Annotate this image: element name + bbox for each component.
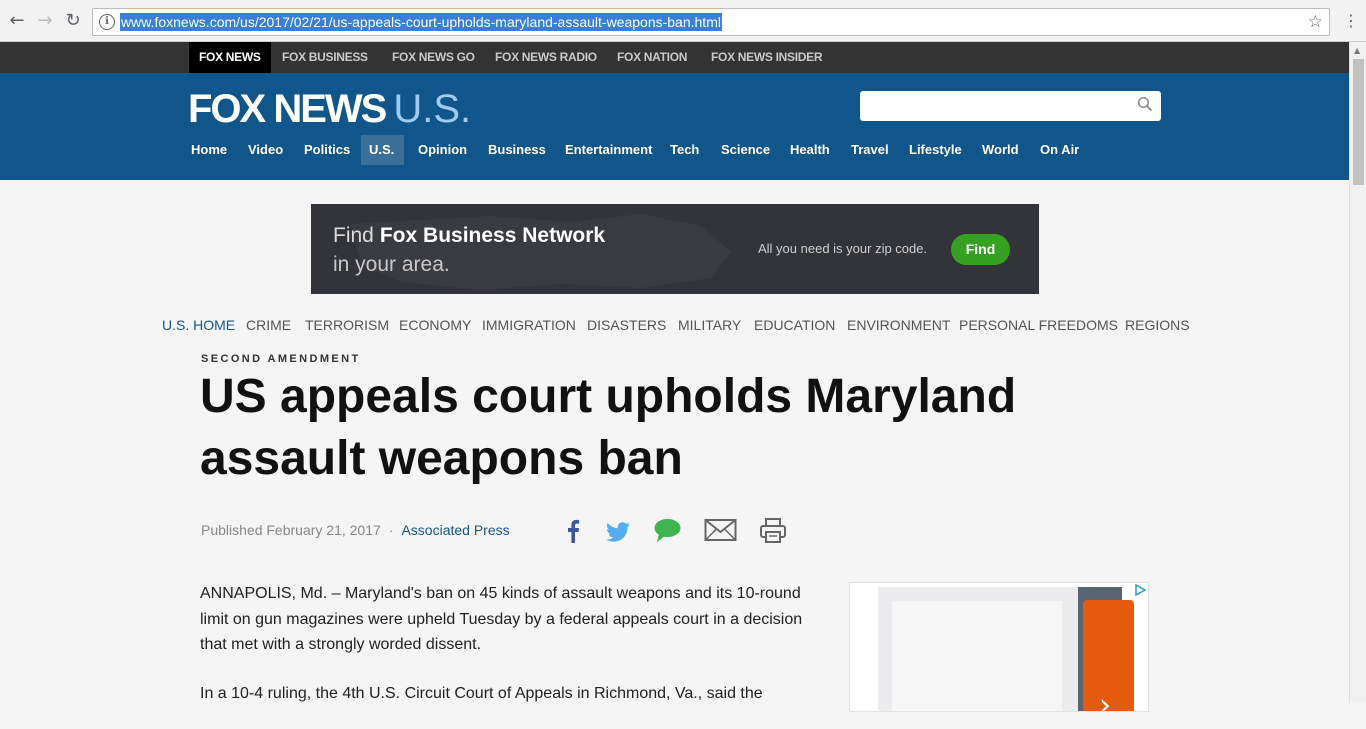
ad-zip-text: All you need is your zip code. — [758, 241, 928, 256]
section-terrorism[interactable]: TERRORISM — [305, 316, 389, 334]
nav-opinion[interactable]: Opinion — [410, 135, 475, 165]
network-fox-news[interactable]: FOX NEWS — [189, 42, 271, 73]
logo-text: FOX NEWS — [188, 87, 387, 131]
article-headline: US appeals court upholds Maryland assaul… — [200, 370, 1017, 485]
network-fox-nation[interactable]: FOX NATION — [617, 42, 687, 73]
site-info-icon[interactable]: i — [99, 14, 115, 30]
scroll-up-icon[interactable]: ▲ — [1354, 46, 1360, 55]
nav-video[interactable]: Video — [240, 135, 291, 165]
browser-toolbar: ← → ↻ i www.foxnews.com/us/2017/02/21/us… — [0, 0, 1366, 42]
article-eyebrow[interactable]: SECOND AMENDMENT — [201, 353, 361, 365]
nav-entertainment[interactable]: Entertainment — [557, 135, 660, 165]
nav-politics[interactable]: Politics — [296, 135, 358, 165]
page-scrollbar[interactable]: ▲ — [1349, 42, 1366, 703]
ad-photo-bed — [892, 601, 1062, 711]
browser-menu-icon[interactable]: ⋮ — [1343, 10, 1359, 32]
section-disasters[interactable]: DISASTERS — [587, 316, 666, 334]
section-immigration[interactable]: IMMIGRATION — [482, 316, 576, 334]
search-icon[interactable] — [1137, 96, 1153, 112]
nav-world[interactable]: World — [974, 135, 1027, 165]
nav-business[interactable]: Business — [480, 135, 554, 165]
nav-health[interactable]: Health — [782, 135, 838, 165]
address-bar[interactable]: i www.foxnews.com/us/2017/02/21/us-appea… — [92, 8, 1330, 36]
network-fox-news-insider[interactable]: FOX NEWS INSIDER — [711, 42, 823, 73]
us-map-background — [351, 214, 731, 290]
section-regions[interactable]: REGIONS — [1125, 316, 1190, 334]
back-arrow-icon[interactable]: ← — [6, 10, 28, 32]
fox-business-ad-banner[interactable]: Find Fox Business Network in your area. A… — [311, 204, 1039, 294]
ad-find-text: Find — [333, 224, 374, 247]
adchoices-icon[interactable] — [1134, 584, 1146, 596]
nav-science[interactable]: Science — [713, 135, 778, 165]
section-environment[interactable]: ENVIRONMENT — [847, 316, 950, 334]
author-link[interactable]: Associated Press — [401, 522, 509, 538]
ad-find-button[interactable]: Find — [951, 234, 1010, 265]
network-fox-business[interactable]: FOX BUSINESS — [282, 42, 368, 73]
sidebar-ad[interactable]: › — [849, 582, 1149, 712]
fox-news-logo[interactable]: FOX NEWS U.S. — [188, 87, 471, 131]
nav-travel[interactable]: Travel — [843, 135, 897, 165]
facebook-icon[interactable] — [563, 515, 583, 545]
section-education[interactable]: EDUCATION — [754, 316, 835, 334]
logo-section: U.S. — [393, 87, 472, 131]
ad-next-button[interactable]: › — [1083, 600, 1134, 712]
url-text[interactable]: www.foxnews.com/us/2017/02/21/us-appeals… — [120, 13, 722, 31]
network-fox-news-radio[interactable]: FOX NEWS RADIO — [495, 42, 597, 73]
nav-home[interactable]: Home — [183, 135, 235, 165]
nav-on-air[interactable]: On Air — [1032, 135, 1087, 165]
nav-lifestyle[interactable]: Lifestyle — [901, 135, 970, 165]
nav-us[interactable]: U.S. — [361, 135, 404, 165]
article-meta: Published February 21, 2017 · Associated P… — [201, 521, 510, 539]
section-military[interactable]: MILITARY — [678, 316, 741, 334]
ad-headline: Find Fox Business Network — [333, 224, 605, 248]
ad-subline: in your area. — [333, 253, 450, 276]
twitter-icon[interactable] — [605, 515, 632, 545]
publish-date: Published February 21, 2017 — [201, 522, 381, 538]
reload-icon[interactable]: ↻ — [62, 10, 84, 32]
ad-brand-text: Fox Business Network — [379, 224, 606, 247]
chevron-right-icon: › — [1099, 688, 1111, 712]
nav-tech[interactable]: Tech — [662, 135, 707, 165]
section-personal-freedoms[interactable]: PERSONAL FREEDOMS — [959, 316, 1118, 334]
article-body: ANNAPOLIS, Md. – Maryland's ban on 45 ki… — [200, 581, 820, 729]
email-icon[interactable] — [704, 515, 737, 545]
forward-arrow-icon[interactable]: → — [34, 10, 56, 32]
site-header: FOX NEWS U.S. Home Video Politics U.S. Op… — [0, 73, 1349, 180]
article-paragraph: In a 10-4 ruling, the 4th U.S. Circuit C… — [200, 684, 763, 702]
comment-icon[interactable] — [653, 515, 682, 545]
bookmark-star-icon[interactable]: ☆ — [1308, 12, 1323, 32]
meta-separator: · — [388, 522, 394, 538]
network-fox-news-go[interactable]: FOX NEWS GO — [392, 42, 475, 73]
network-bar: FOX NEWS FOX BUSINESS FOX NEWS GO FOX NE… — [0, 42, 1349, 73]
article-paragraph: ANNAPOLIS, Md. – Maryland's ban on 45 ki… — [200, 585, 803, 653]
section-economy[interactable]: ECONOMY — [399, 316, 471, 334]
print-icon[interactable] — [759, 515, 787, 545]
scrollbar-thumb[interactable] — [1353, 59, 1364, 185]
search-input[interactable] — [860, 91, 1161, 121]
section-crime[interactable]: CRIME — [246, 316, 291, 334]
section-us-home[interactable]: U.S. HOME — [162, 316, 235, 334]
